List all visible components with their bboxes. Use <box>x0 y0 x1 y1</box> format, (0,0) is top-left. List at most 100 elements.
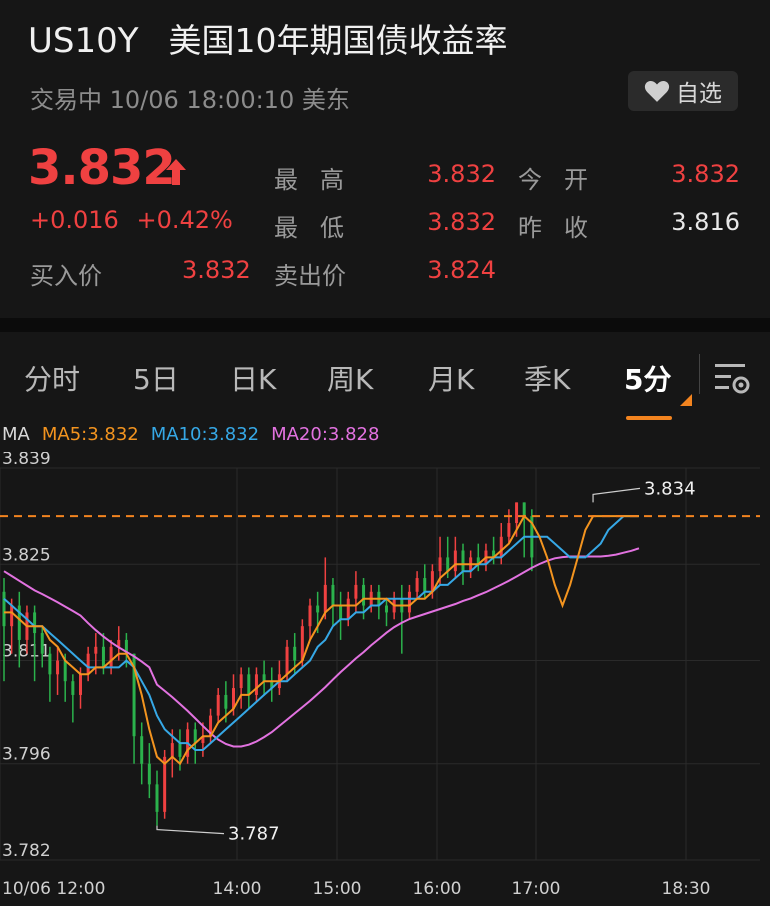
y-tick-label: 3.782 <box>2 841 51 861</box>
candle-body <box>423 578 427 592</box>
ask-label: 卖出价 <box>274 262 346 290</box>
low-label: 最低 <box>274 214 366 242</box>
candle-body <box>10 605 14 627</box>
candle-body <box>461 550 465 572</box>
tab-intraday[interactable]: 分时 <box>24 358 80 398</box>
candle-body <box>86 653 90 675</box>
candle-body <box>94 646 98 654</box>
candle-body <box>224 694 228 709</box>
candle-body <box>362 584 366 606</box>
low-annotation-label: 3.787 <box>228 824 280 845</box>
candle-body <box>170 743 174 757</box>
instrument-name: 美国10年期国债收益率 <box>168 21 508 60</box>
change-percent: +0.42% <box>136 206 233 234</box>
candle-body <box>438 557 442 572</box>
last-price: 3.832 <box>28 140 176 196</box>
candle-body <box>522 502 526 517</box>
high-label: 最高 <box>274 166 366 194</box>
change-value: +0.016 <box>30 206 119 234</box>
x-tick-label: 18:30 <box>662 879 711 899</box>
tab-daily-k[interactable]: 日K <box>230 358 276 398</box>
period-tabbar: 分时 5日 日K 周K 月K 季K 5分 <box>0 332 770 420</box>
candle-body <box>216 694 220 716</box>
candle-body <box>155 784 159 812</box>
candle-body <box>262 674 266 682</box>
candle-body <box>415 578 419 592</box>
add-favorite-button[interactable]: 自选 <box>628 71 738 111</box>
candle-body <box>331 584 335 606</box>
candle-body <box>385 605 388 613</box>
candle-body <box>2 591 6 627</box>
candle-body <box>293 646 297 661</box>
candle-body <box>101 646 105 668</box>
tab-quarterly-k[interactable]: 季K <box>524 358 570 398</box>
candle-body <box>79 674 82 695</box>
low-value: 3.832 <box>427 208 496 236</box>
high-annotation-leader <box>592 487 641 503</box>
ma10-legend: MA10:3.832 <box>150 424 260 445</box>
tab-monthly-k[interactable]: 月K <box>428 358 474 398</box>
candle-body <box>63 660 67 682</box>
ma-legend: MA MA5:3.832 MA10:3.832 MA20:3.828 <box>2 424 379 445</box>
section-divider <box>0 318 770 332</box>
high-annotation-label: 3.834 <box>644 478 696 499</box>
ma20-line <box>3 547 640 748</box>
chart-settings-icon[interactable] <box>712 358 752 398</box>
trading-status: 交易中 10/06 18:00:10 美东 <box>30 86 350 114</box>
candle-body <box>254 674 258 695</box>
tab-5day[interactable]: 5日 <box>133 358 179 398</box>
candle-body <box>239 674 243 689</box>
high-value: 3.832 <box>427 160 496 188</box>
candle-body <box>33 612 37 634</box>
candle-body <box>178 743 182 757</box>
candle-body <box>109 646 113 668</box>
low-annotation-leader <box>156 825 225 835</box>
y-tick-label: 3.796 <box>2 745 51 765</box>
bid-value: 3.832 <box>182 256 251 284</box>
quote-header: US10Y 美国10年期国债收益率 交易中 10/06 18:00:10 美东 … <box>0 0 770 318</box>
tab-separator <box>699 354 700 394</box>
prev-close-label: 昨收 <box>518 214 610 242</box>
prev-close-value: 3.816 <box>671 208 740 236</box>
candle-body <box>40 633 44 654</box>
candlestick-chart[interactable]: 3.8393.8253.8113.7963.7823.8343.78710/06… <box>0 452 770 906</box>
x-tick-label: 15:00 <box>313 879 362 899</box>
candle-body <box>407 591 411 613</box>
open-value: 3.832 <box>671 160 740 188</box>
candle-body <box>515 502 519 524</box>
tab-5min[interactable]: 5分 <box>624 358 671 398</box>
up-arrow-icon <box>166 159 186 185</box>
candle-body <box>316 605 320 613</box>
candle-body <box>308 605 312 627</box>
candle-body <box>285 646 289 675</box>
bid-label: 买入价 <box>30 262 102 290</box>
price-change: +0.016 +0.42% <box>30 206 233 234</box>
ticker-symbol: US10Y <box>28 21 139 61</box>
dropdown-corner-icon[interactable] <box>680 394 692 406</box>
candle-body <box>56 660 60 675</box>
candle-body <box>147 763 151 785</box>
add-favorite-label: 自选 <box>676 81 722 107</box>
tab-weekly-k[interactable]: 周K <box>327 358 373 398</box>
candle-body <box>71 681 75 695</box>
ma5-line <box>4 514 639 766</box>
candle-body <box>323 584 327 613</box>
ma-label: MA <box>2 424 30 445</box>
open-label: 今开 <box>518 166 610 194</box>
ma20-legend: MA20:3.828 <box>271 424 380 445</box>
x-tick-label: 16:00 <box>413 879 462 899</box>
x-tick-label: 14:00 <box>213 879 262 899</box>
x-tick-label: 17:00 <box>512 879 561 899</box>
candle-body <box>48 653 52 675</box>
candle-body <box>507 523 511 537</box>
heart-icon <box>644 81 670 102</box>
candle-body <box>346 598 350 620</box>
candle-body <box>140 736 144 764</box>
title-row: US10Y 美国10年期国债收益率 <box>28 14 508 62</box>
candle-body <box>499 536 503 558</box>
y-tick-label: 3.825 <box>2 545 51 565</box>
ma5-legend: MA5:3.832 <box>41 424 139 445</box>
candle-body <box>163 756 167 812</box>
x-tick-label: 10/06 12:00 <box>2 879 105 899</box>
candle-body <box>453 550 457 572</box>
